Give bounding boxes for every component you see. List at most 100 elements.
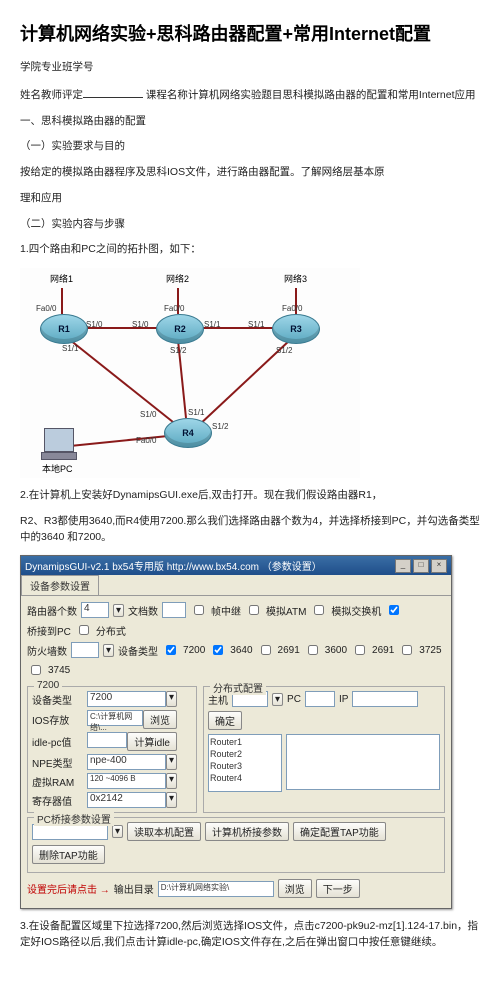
idle-label: idle-pc值: [32, 734, 84, 749]
port-r4-s11: S1/1: [188, 408, 204, 417]
line-institution: 学院专业班学号: [20, 60, 484, 76]
router-r4: R4: [164, 418, 212, 448]
fw-count-arrow[interactable]: ▾: [103, 644, 114, 657]
line-name: 姓名教师评定 课程名称计算机网络实验题目思科模拟路由器的配置和常用Interne…: [20, 86, 484, 104]
maximize-button[interactable]: □: [413, 559, 429, 573]
checkbox-dist[interactable]: [79, 625, 89, 635]
doc-count-input[interactable]: [162, 602, 186, 618]
dynamips-window: DynamipsGUI-v2.1 bx54专用版 http://www.bx54…: [20, 555, 452, 909]
minimize-button[interactable]: _: [395, 559, 411, 573]
outdir-input[interactable]: D:\计算机网络实验\: [158, 881, 274, 897]
tab-device-params[interactable]: 设备参数设置: [21, 575, 99, 595]
vram-arrow[interactable]: ▾: [166, 773, 177, 789]
bridge-label: 桥接到PC: [27, 623, 71, 638]
atm-label: 模拟ATM: [266, 603, 306, 618]
port-r1-s11: S1/1: [62, 344, 78, 353]
net3-label: 网络3: [284, 272, 307, 285]
checkbox-frelay[interactable]: [194, 605, 204, 615]
checkbox-3640[interactable]: [213, 645, 223, 655]
device-type-label: 设备类型: [118, 643, 158, 658]
outdir-browse-button[interactable]: 浏览: [278, 879, 312, 898]
window-title: DynamipsGUI-v2.1 bx54专用版 http://www.bx54…: [25, 558, 322, 573]
port-r4-s12: S1/2: [212, 422, 228, 431]
course-label: 课程名称计算机网络实验题目思科模拟路由器的配置和常用Internet应用: [143, 89, 476, 101]
port-r4-fa00: Fa0/0: [136, 436, 156, 445]
checkbox-3725[interactable]: [402, 645, 412, 655]
conf-label: 寄存器值: [32, 793, 84, 808]
cb2691-label: 2691: [278, 645, 300, 656]
ip-input[interactable]: [352, 691, 418, 707]
group-7200: 7200 设备类型 7200▾ IOS存放 C:\计算机网络\...浏览 idl…: [27, 686, 197, 813]
preview-box: [286, 734, 440, 790]
subsection-1-1: （一）实验要求与目的: [20, 139, 484, 155]
group-7200-title: 7200: [34, 680, 62, 691]
titlebar: DynamipsGUI-v2.1 bx54专用版 http://www.bx54…: [21, 556, 451, 575]
npe-label: NPE类型: [32, 755, 84, 770]
vram-input[interactable]: 120 ~4096 B: [87, 773, 166, 789]
fw-count-input[interactable]: [71, 642, 99, 658]
pc-monitor: [44, 428, 74, 452]
idle-input[interactable]: [87, 732, 127, 748]
port-r4-s10: S1/0: [140, 410, 156, 419]
list-item[interactable]: Router1: [210, 736, 280, 748]
router-listbox[interactable]: Router1 Router2 Router3 Router4: [208, 734, 282, 792]
calc-bridge-button[interactable]: 计算机桥接参数: [205, 822, 289, 841]
port-r3-s11: S1/1: [248, 320, 264, 329]
router-count-arrow[interactable]: ▾: [113, 604, 124, 617]
npe-input[interactable]: npe-400: [87, 754, 166, 770]
checkbox-2691b[interactable]: [355, 645, 365, 655]
bridge-arrow[interactable]: ▾: [112, 825, 123, 838]
next-button[interactable]: 下一步: [316, 879, 360, 898]
step-2a: 2.在计算机上安装好DynamipsGUI.exe后,双击打开。现在我们假设路由…: [20, 488, 484, 504]
list-item[interactable]: Router2: [210, 748, 280, 760]
router-count-input[interactable]: 4: [81, 602, 109, 618]
browse-button[interactable]: 浏览: [143, 710, 177, 729]
read-config-button[interactable]: 读取本机配置: [127, 822, 201, 841]
close-button[interactable]: ×: [431, 559, 447, 573]
list-item[interactable]: Router3: [210, 760, 280, 772]
para-requirement: 按给定的模拟路由器程序及思科IOS文件，进行路由器配置。了解网络层基本原: [20, 165, 484, 181]
pc-label: 本地PC: [42, 462, 73, 475]
step-3: 3.在设备配置区域里下拉选择7200,然后浏览选择IOS文件，点击c7200-p…: [20, 919, 484, 951]
ip-lbl: IP: [339, 694, 348, 705]
checkbox-atm[interactable]: [249, 605, 259, 615]
checkbox-bridge-pc[interactable]: [389, 605, 399, 615]
npe-arrow[interactable]: ▾: [166, 754, 177, 770]
cb3600-label: 3600: [325, 645, 347, 656]
net1-label: 网络1: [50, 272, 73, 285]
conf-arrow[interactable]: ▾: [166, 792, 177, 808]
page-title: 计算机网络实验+思科路由器配置+常用Internet配置: [20, 20, 484, 46]
host-arrow[interactable]: ▾: [272, 693, 283, 706]
router-r3: R3: [272, 314, 320, 344]
name-label: 姓名教师评定: [20, 89, 83, 101]
step-1: 1.四个路由和PC之间的拓扑图，如下：: [20, 242, 484, 258]
port-r2-s11: S1/1: [204, 320, 220, 329]
cb2691b-label: 2691: [372, 645, 394, 656]
checkbox-3600[interactable]: [308, 645, 318, 655]
cb3640-label: 3640: [230, 645, 252, 656]
router-r2: R2: [156, 314, 204, 344]
router-count-label: 路由器个数: [27, 603, 77, 618]
checkbox-switch[interactable]: [314, 605, 324, 615]
underline-field[interactable]: [83, 86, 143, 98]
conf-tap-button[interactable]: 确定配置TAP功能: [293, 822, 386, 841]
group-dist-title: 分布式配置: [210, 680, 266, 695]
del-tap-button[interactable]: 删除TAP功能: [32, 845, 105, 864]
list-item[interactable]: Router4: [210, 772, 280, 784]
pc-input[interactable]: [305, 691, 335, 707]
col-label-datanum: 文档数: [128, 603, 158, 618]
devtype-input[interactable]: 7200: [87, 691, 166, 707]
checkbox-2691[interactable]: [261, 645, 271, 655]
port-r1-s10: S1/0: [86, 320, 102, 329]
topology-diagram: 网络1 网络2 网络3 R1 R2 R3 R4 本地PC Fa0/0 S1/0 …: [20, 268, 360, 478]
subsection-1-2: （二）实验内容与步骤: [20, 217, 484, 233]
checkbox-7200[interactable]: [166, 645, 176, 655]
step-2b: R2、R3都使用3640,而R4使用7200.那么我们选择路由器个数为4，并选择…: [20, 514, 484, 546]
conf-input[interactable]: 0x2142: [87, 792, 166, 808]
confirm-button[interactable]: 确定: [208, 711, 242, 730]
port-r2-s10: S1/0: [132, 320, 148, 329]
devtype-arrow[interactable]: ▾: [166, 691, 177, 707]
calc-idle-button[interactable]: 计算idle: [127, 732, 177, 751]
checkbox-3745[interactable]: [31, 665, 41, 675]
pc-base: [41, 452, 77, 460]
